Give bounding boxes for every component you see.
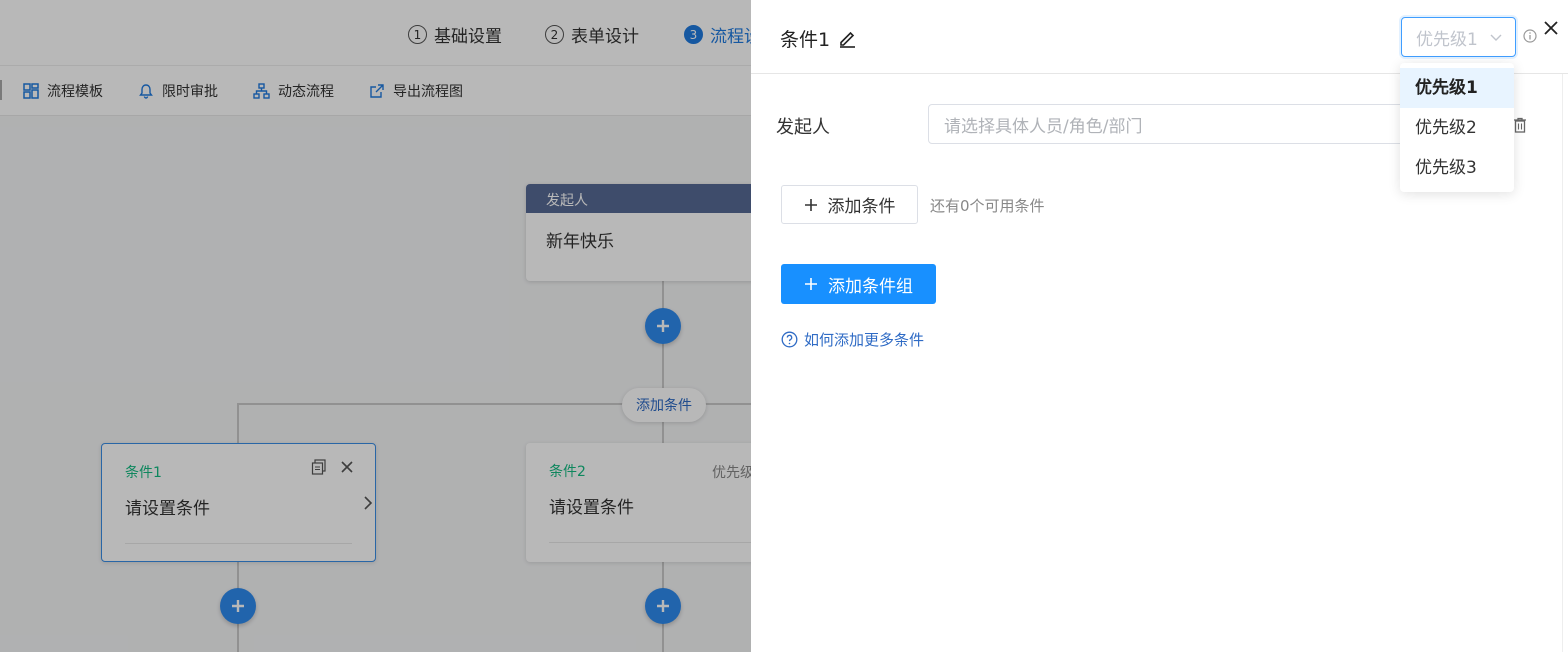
chevron-down-icon	[1490, 34, 1502, 41]
priority-option-3[interactable]: 优先级3	[1400, 148, 1514, 188]
priority-option-2[interactable]: 优先级2	[1400, 108, 1514, 148]
add-condition-button[interactable]: 添加条件	[781, 185, 918, 224]
scrollbar-track[interactable]	[1562, 74, 1563, 652]
condition-name: 条件1	[780, 29, 831, 51]
priority-select-value: 优先级1	[1416, 29, 1478, 50]
info-icon[interactable]	[1523, 29, 1537, 43]
button-label: 添加条件组	[828, 276, 913, 297]
plus-icon	[805, 278, 817, 290]
button-label: 添加条件	[827, 197, 896, 217]
help-link[interactable]: 如何添加更多条件	[781, 329, 924, 350]
close-icon[interactable]	[1543, 20, 1559, 36]
initiator-placeholder: 请选择具体人员/角色/部门	[944, 116, 1143, 137]
priority-select[interactable]: 优先级1	[1401, 17, 1516, 57]
trash-icon[interactable]	[1513, 117, 1527, 133]
plus-icon	[804, 198, 817, 211]
help-link-label: 如何添加更多条件	[804, 331, 925, 349]
drawer-title: 条件1	[780, 25, 857, 52]
priority-dropdown: 优先级1 优先级2 优先级3	[1400, 63, 1514, 192]
pencil-icon[interactable]	[838, 29, 857, 48]
add-condition-group-button[interactable]: 添加条件组	[781, 264, 936, 304]
priority-option-1[interactable]: 优先级1	[1400, 68, 1514, 108]
available-conditions-hint: 还有0个可用条件	[930, 197, 1045, 215]
drawer-overlay-mask[interactable]	[0, 0, 751, 652]
question-circle-icon	[781, 331, 798, 348]
initiator-label: 发起人	[776, 117, 830, 138]
